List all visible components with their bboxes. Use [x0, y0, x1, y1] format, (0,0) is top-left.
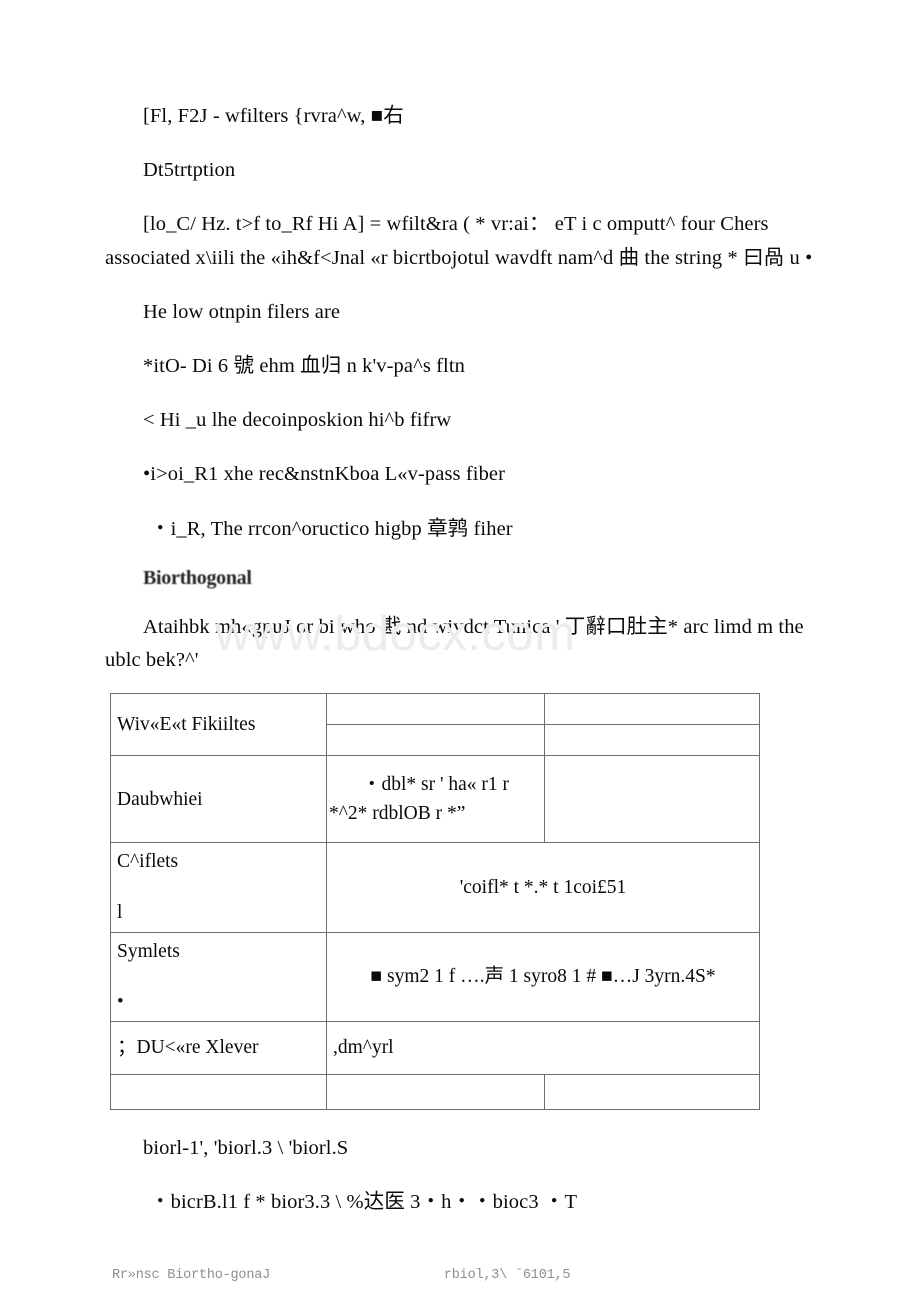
symlets-name-line-1: Symlets [117, 940, 180, 962]
symlets-name-line-2: • [117, 991, 124, 1013]
paragraph-filters-header: [Fl, F2J - wfilters {rvra^w, ■右 [143, 105, 404, 127]
table-cell-empty-col1 [110, 1073, 327, 1110]
table-cell-empty-col3 [544, 1073, 760, 1110]
paragraph-reconstruction-highpass: ・i_R, The rrcon^oructico higbp 章鹑 fiher [150, 517, 513, 540]
table-row: ；DU<«re Xlever ,dm^yrl [110, 1020, 760, 1075]
table-cell-daubechies-name: Daubwhiei [110, 755, 327, 844]
paragraph-four-filters-intro: He low otnpin filers are [143, 300, 341, 323]
coiflets-name-line-2: l [117, 902, 123, 924]
paragraph-biorthogonal-body: Ataihbk mh«gpuJ or bi who 戡 nd wivdct Tu… [105, 615, 804, 672]
paragraph-bior-list: ・bicrB.l1 f * bior3.3 \ %达医 3・h・・bioc3 ・… [150, 1190, 578, 1213]
document-page: www.bdocx.com [Fl, F2J - wfilters {rvra^… [0, 0, 920, 1302]
table-cell-daubechies-extra [544, 755, 760, 844]
table-cell-header-col3-top [544, 693, 760, 726]
table-row: Symlets • ■ sym2 1 f ….声 1 syro8 1 # ■…J … [110, 931, 760, 1022]
table-cell-symlets-name: Symlets • [110, 931, 327, 1022]
paragraph-decomposition-highpass: < Hi _u lhe decoinposkion hi^b fifrw [143, 409, 452, 432]
coiflets-name-line-1: C^iflets [117, 851, 179, 873]
daubechies-line-1: ・dbl* sr ' ha« r1 r [361, 773, 510, 795]
table-row: Wiv«E«t Fikiiltes [110, 693, 760, 757]
paragraph-wfilters-body: [lo_C/ Hz. t>f to_Rf Hi A] = wfilt&ra ( … [105, 213, 813, 269]
table-cell-discrete-meyer-value: ,dm^yrl [326, 1020, 760, 1075]
table-cell-coiflets-value: 'coifl* t *.* t 1coi£51 [326, 842, 760, 933]
daubechies-line-2: *^2* rdblOB r *” [329, 803, 466, 825]
wavelet-families-table-wrap: Wiv«E«t Fikiiltes Daubwhiei ・dbl* sr ' h… [0, 693, 920, 1110]
heading-biorthogonal: Biorthogonal [143, 566, 252, 589]
table-cell-header-col2-top [326, 693, 545, 726]
paragraph-reconstruction-lowpass: •i>oi_R1 xhe rec&nstnKboa L«v-pass fiber [143, 463, 506, 486]
paragraph-lowpass-filter: *itO- Di 6 號 ehm 血归 n k'v-pa^s fltn [143, 355, 466, 378]
table-row: C^iflets l 'coifl* t *.* t 1coi£51 [110, 842, 760, 933]
page-content: [Fl, F2J - wfilters {rvra^w, ■右 Dt5trtpt… [0, 0, 920, 1302]
table-cell-coiflets-name: C^iflets l [110, 842, 327, 933]
table-row [110, 1073, 760, 1110]
table-cell-discrete-meyer-name: ；DU<«re Xlever [110, 1020, 327, 1075]
table-row: Daubwhiei ・dbl* sr ' ha« r1 r *^2* rdblOB… [110, 755, 760, 844]
faded-line-1-left: Rr»nsc Biortho-gonaJ [112, 1268, 271, 1283]
table-cell-family-header: Wiv«E«t Fikiiltes [110, 693, 327, 757]
faded-line-1: Rr»nsc Biortho-gonaJ rbiol,3\ ˉ6101,5 [112, 1265, 920, 1287]
table-cell-empty-col2 [326, 1073, 545, 1110]
faded-scan-artifact-block: Rr»nsc Biortho-gonaJ rbiol,3\ ˉ6101,5 rh… [0, 1243, 920, 1302]
faded-line-1-right: rbiol,3\ ˉ6101,5 [443, 1268, 571, 1283]
table-cell-header-col2-bottom [326, 724, 545, 757]
paragraph-biorl-list: biorl-1', 'biorl.3 \ 'biorl.S [143, 1136, 349, 1159]
paragraph-description-label: Dt5trtption [143, 159, 236, 182]
wavelet-families-table: Wiv«E«t Fikiiltes Daubwhiei ・dbl* sr ' h… [110, 693, 760, 1110]
table-cell-symlets-value: ■ sym2 1 f ….声 1 syro8 1 # ■…J 3yrn.4S* [326, 931, 760, 1022]
table-cell-daubechies-value: ・dbl* sr ' ha« r1 r *^2* rdblOB r *” [326, 755, 545, 844]
table-cell-header-col3-bottom [544, 724, 760, 757]
